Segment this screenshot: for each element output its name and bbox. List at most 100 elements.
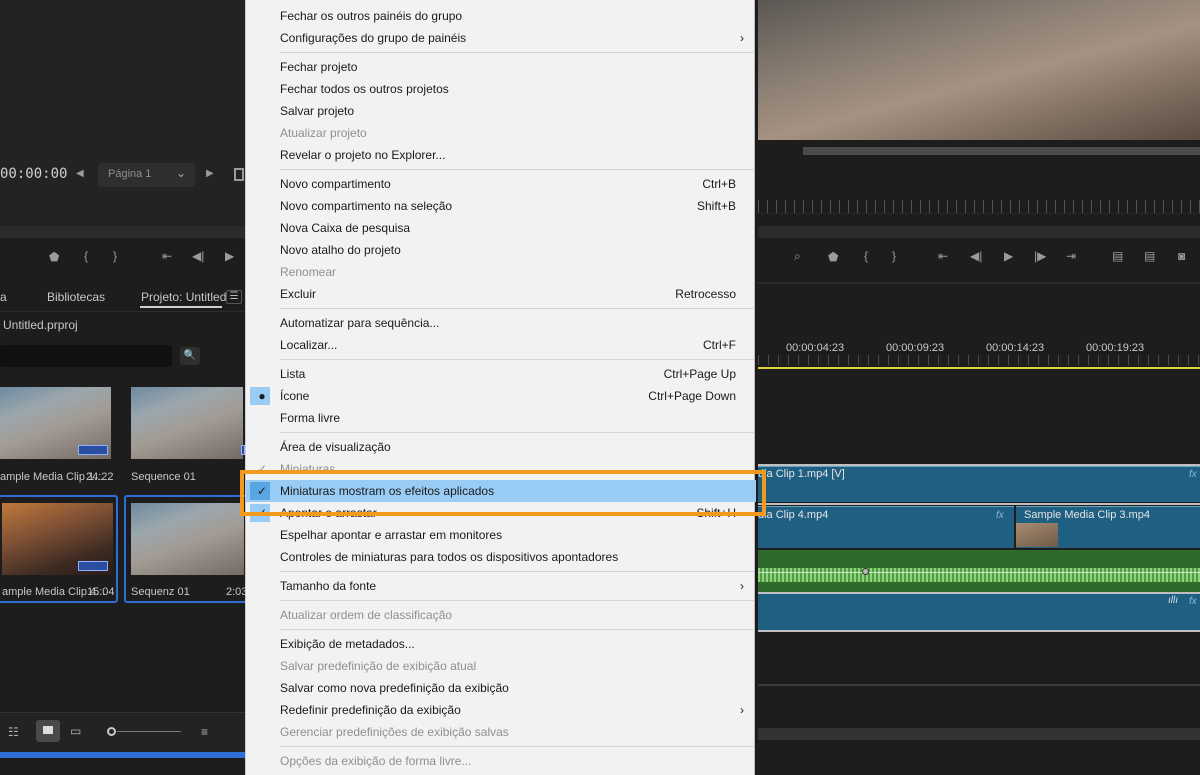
project-item-selected[interactable]: Sequenz 01 2:03 xyxy=(124,495,249,603)
menu-separator xyxy=(280,432,754,433)
menu-item-automate-to-sequence[interactable]: Automatizar para sequência... xyxy=(246,312,756,334)
menu-item-metadata-display[interactable]: Exibição de metadados... xyxy=(246,633,756,655)
video-clip-v1a[interactable]: dia Clip 4.mp4 fx xyxy=(758,506,1014,548)
active-tab-indicator xyxy=(140,306,222,308)
search-bin-icon[interactable]: 🔍 xyxy=(180,347,200,365)
step-back-icon[interactable]: ◀| xyxy=(192,249,204,263)
menu-item-mirror-hover-scrub[interactable]: Espelhar apontar e arrastar em monitores xyxy=(246,524,756,546)
menu-item-find[interactable]: Localizar... Ctrl+F xyxy=(246,334,756,356)
menu-item-new-project-shortcut[interactable]: Novo atalho do projeto xyxy=(246,239,756,261)
play-icon[interactable]: ▶ xyxy=(225,249,234,263)
tab-libraries[interactable]: Bibliotecas xyxy=(47,290,105,304)
timeline-ruler[interactable] xyxy=(758,355,1200,365)
panel-menu-icon[interactable]: ☰ xyxy=(226,290,242,304)
project-scrollbar[interactable] xyxy=(0,752,245,758)
lift-icon[interactable]: ▤ xyxy=(1112,249,1123,263)
extract-icon[interactable]: ▤ xyxy=(1144,249,1155,263)
step-back-icon[interactable]: ◀| xyxy=(970,249,982,263)
project-item-selected[interactable]: ample Media Clip 4... 15:04 xyxy=(0,495,118,603)
chevron-down-icon: ⌄ xyxy=(175,166,186,180)
grid-icon[interactable] xyxy=(234,168,244,181)
menu-item-save-new-preset[interactable]: Salvar como nova predefinição da exibiçã… xyxy=(246,677,756,699)
program-zoom-bar[interactable] xyxy=(803,147,1200,155)
timeline-timecode: 00:00:19:23 xyxy=(1086,342,1145,354)
menu-item-font-size[interactable]: Tamanho da fonte › xyxy=(246,575,756,597)
menu-item-close-all-other-projects[interactable]: Fechar todos os outros projetos xyxy=(246,78,756,100)
timeline-scrollbar[interactable] xyxy=(758,728,1200,740)
sort-icon[interactable]: ≡ xyxy=(201,725,208,739)
program-scrub-bar[interactable] xyxy=(758,226,1200,238)
video-clip-v1b[interactable]: Sample Media Clip 3.mp4 xyxy=(1016,506,1200,548)
tab-partial[interactable]: a xyxy=(0,290,7,304)
video-clip-v2[interactable]: dia Clip 1.mp4 [V] fx xyxy=(758,466,1200,502)
source-transport-bar: ⬟ { } ⇤ ◀| ▶ xyxy=(0,238,245,278)
list-view-icon[interactable]: ☷ xyxy=(8,725,19,739)
mark-in-icon[interactable]: { xyxy=(84,249,88,263)
menu-item-new-bin[interactable]: Novo compartimento Ctrl+B xyxy=(246,173,756,195)
previous-page-icon[interactable]: ◀ xyxy=(76,168,84,179)
menu-item-reveal-in-explorer[interactable]: Revelar o projeto no Explorer... xyxy=(246,144,756,166)
zoom-icon[interactable]: ⌕ xyxy=(794,249,801,264)
project-item[interactable]: Sequence 01 xyxy=(131,387,245,495)
menu-item-panel-group-settings[interactable]: Configurações do grupo de painéis › xyxy=(246,27,756,49)
clip-label: Sample Media Clip 3.mp4 xyxy=(1024,509,1150,521)
icon-view-icon[interactable] xyxy=(36,720,60,742)
sequence-thumbnail xyxy=(131,387,243,459)
program-transport-bar: ⌕ ⬟ { } ⇤ ◀| ▶ |▶ ⇥ ▤ ▤ ◙ xyxy=(758,238,1200,278)
go-to-in-icon[interactable]: ⇤ xyxy=(162,249,172,263)
go-to-in-icon[interactable]: ⇤ xyxy=(938,249,948,263)
menu-item-list[interactable]: Lista Ctrl+Page Up xyxy=(246,363,756,385)
step-forward-icon[interactable]: |▶ xyxy=(1034,249,1046,263)
project-item[interactable]: ample Media Clip 1... 24:22 xyxy=(0,387,118,495)
menu-item-close-project[interactable]: Fechar projeto xyxy=(246,56,756,78)
audio-clip-a1[interactable] xyxy=(758,550,1200,592)
mark-out-icon[interactable]: } xyxy=(113,249,117,263)
program-time-ruler[interactable] xyxy=(758,200,1200,214)
play-icon[interactable]: ▶ xyxy=(1004,249,1013,263)
radio-dot-icon: ● xyxy=(258,389,266,403)
menu-item-new-search-bin[interactable]: Nova Caixa de pesquisa xyxy=(246,217,756,239)
timeline-timecode: 00:00:14:23 xyxy=(986,342,1045,354)
menu-item-thumbnail-controls[interactable]: Controles de miniaturas para todos os di… xyxy=(246,546,756,568)
clip-label: dia Clip 1.mp4 [V] xyxy=(758,468,845,480)
item-duration: 24:22 xyxy=(86,471,114,483)
audio-clip-a2[interactable]: ıllı fx xyxy=(758,594,1200,630)
go-to-out-icon[interactable]: ⇥ xyxy=(1066,249,1076,263)
page-selector-dropdown[interactable]: Página 1 ⌄ xyxy=(98,163,195,187)
search-input[interactable] xyxy=(0,345,172,367)
keyframe-icon[interactable] xyxy=(862,568,869,575)
tab-project[interactable]: Projeto: Untitled xyxy=(141,290,226,304)
menu-item-icon[interactable]: ● Ícone Ctrl+Page Down xyxy=(246,385,756,407)
annotation-highlight-box xyxy=(240,470,766,516)
av-badge-icon xyxy=(78,561,108,571)
zoom-slider-handle[interactable] xyxy=(107,727,116,736)
marker-icon[interactable]: ⬟ xyxy=(49,250,59,264)
volume-rubberband[interactable] xyxy=(758,572,1200,573)
source-scrub-bar[interactable] xyxy=(0,226,245,238)
menu-item-manage-presets: Gerenciar predefinições de exibição salv… xyxy=(280,725,509,739)
program-monitor-video xyxy=(758,0,1200,140)
menu-item-preview-area[interactable]: Área de visualização xyxy=(246,436,756,458)
project-file-name: Untitled.prproj xyxy=(3,318,78,332)
menu-item-refresh-sort: Atualizar ordem de classificação xyxy=(280,608,453,622)
mark-in-icon[interactable]: { xyxy=(864,249,868,263)
next-page-icon[interactable]: ▶ xyxy=(206,168,214,179)
menu-item-close-other-panels[interactable]: Fechar os outros painéis do grupo xyxy=(246,5,756,27)
menu-separator xyxy=(280,571,754,572)
menu-item-delete[interactable]: Excluir Retrocesso xyxy=(246,283,756,305)
camera-icon[interactable]: ◙ xyxy=(1178,249,1185,263)
item-duration: 15:04 xyxy=(87,586,115,598)
marker-icon[interactable]: ⬟ xyxy=(828,250,838,264)
work-area-bar[interactable] xyxy=(758,367,1200,369)
menu-item-new-bin-from-selection[interactable]: Novo compartimento na seleção Shift+B xyxy=(246,195,756,217)
mark-out-icon[interactable]: } xyxy=(892,249,896,263)
menu-item-freeform[interactable]: Forma livre xyxy=(246,407,756,429)
menu-separator xyxy=(280,600,754,601)
freeform-view-icon[interactable]: ▭ xyxy=(70,724,81,738)
zoom-slider[interactable] xyxy=(117,731,181,732)
menu-item-reset-preset[interactable]: Redefinir predefinição da exibição › xyxy=(246,699,756,721)
context-menu: Fechar os outros painéis do grupo Config… xyxy=(245,0,756,775)
audio-waveform xyxy=(758,568,1200,582)
av-badge-icon xyxy=(78,445,108,455)
menu-item-save-project[interactable]: Salvar projeto xyxy=(246,100,756,122)
